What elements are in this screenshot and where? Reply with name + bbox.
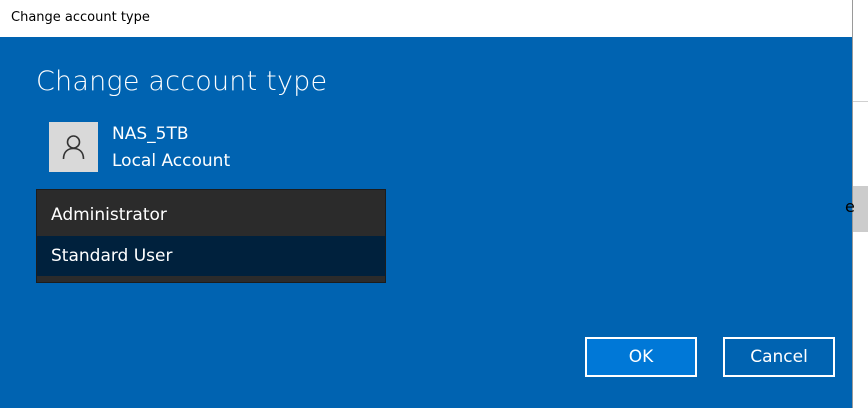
- avatar: [49, 122, 98, 172]
- dialog-content: Change account type NAS_5TB Local Accoun…: [0, 37, 852, 408]
- background-divider: [853, 101, 868, 102]
- account-type-dropdown[interactable]: Administrator Standard User: [36, 189, 386, 283]
- title-bar[interactable]: Change account type: [0, 0, 852, 37]
- option-standard-user[interactable]: Standard User: [37, 236, 385, 276]
- window-title: Change account type: [11, 10, 150, 25]
- background-button-label: e: [845, 197, 855, 216]
- user-icon: [62, 135, 85, 160]
- account-type-label: Local Account: [112, 151, 231, 171]
- cancel-button[interactable]: Cancel: [723, 337, 835, 377]
- account-name: NAS_5TB: [112, 124, 189, 144]
- change-account-type-dialog: Change account type Change account type …: [0, 0, 853, 408]
- ok-button[interactable]: OK: [585, 337, 697, 377]
- background-button[interactable]: [853, 186, 868, 232]
- dialog-heading: Change account type: [36, 66, 328, 97]
- option-administrator[interactable]: Administrator: [37, 195, 385, 235]
